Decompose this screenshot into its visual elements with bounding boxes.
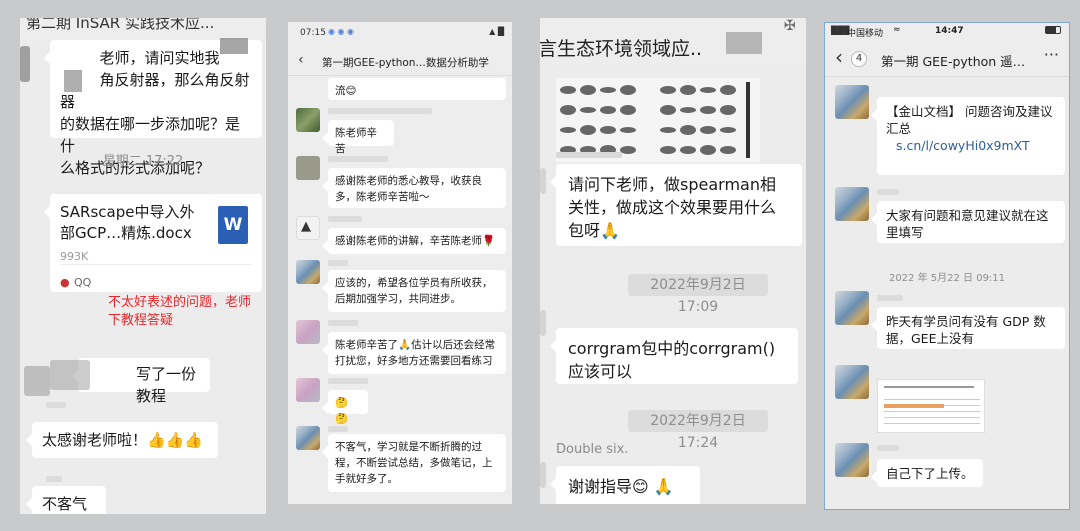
avatar — [835, 85, 869, 119]
sender-name — [328, 156, 388, 162]
link-title: 【金山文档】 问题咨询及建议汇总 — [886, 104, 1053, 136]
chat-title: 第一期 GEE-python 遥… — [881, 54, 1026, 69]
status-time: 14:47 — [935, 26, 964, 36]
file-name: SARscape中导入外部GCP…精炼.docx — [60, 203, 195, 242]
message-bubble: 不客气，学习就是不断折腾的过程，不断尝试总结，多做笔记，上手就好多了。 — [322, 434, 506, 492]
avatar — [835, 187, 869, 221]
message-bubble: corrgram包中的corrgram()应该可以 — [550, 328, 798, 384]
link-url: s.cn/l/cowyHi0x9mXT — [896, 138, 1030, 153]
sender-name — [328, 320, 358, 326]
avatar — [296, 320, 320, 344]
message-bubble: 自己下了上传。 — [871, 459, 983, 487]
message-bubble: 大家有问题和意见建议就在这里填写 — [871, 201, 1065, 243]
chat-title: 言生态环境领域应.. — [540, 38, 703, 60]
avatar — [540, 462, 546, 488]
message-bubble: 写了一份教程 — [72, 358, 210, 405]
chat-panel-ecology: 言生态环境领域应.. ✠ 请问下老师，做spearman相关性，做成这个效果要用… — [540, 18, 806, 504]
chat-header: 言生态环境领域应.. ✠ — [540, 18, 806, 64]
thumbnail-table — [884, 394, 980, 424]
blur-mask — [726, 32, 762, 54]
chat-title: 第一期GEE-python…数据分析助学 — [322, 57, 489, 69]
sender-name — [556, 152, 622, 158]
avatar — [296, 378, 320, 402]
logo-avatar: ▲ — [296, 216, 320, 240]
avatar — [50, 360, 90, 390]
sender-name — [46, 402, 66, 408]
correlation-image[interactable] — [556, 78, 760, 162]
message-bubble: 陈老师辛苦 — [322, 120, 394, 155]
status-time: 07:15 — [300, 28, 326, 38]
carrier-name: 中国移动 — [847, 29, 884, 39]
message-bubble: 昨天有学员问有没有 GDP 数据，GEE上没有 — [871, 307, 1065, 349]
message-bubble: 请问下老师，做spearman相关性，做成这个效果要用什么包呀🙏 — [550, 164, 802, 246]
message-bubble: 感谢陈老师的讲解，辛苦陈老师🌹 — [322, 228, 506, 254]
divider — [60, 264, 252, 265]
wifi-icon: ≈ — [893, 25, 901, 35]
teacher-avatar — [296, 260, 320, 284]
battery-icon — [1045, 26, 1061, 34]
timestamp: 星期二 17:22 — [102, 154, 184, 169]
avatar — [296, 108, 320, 132]
message-bubble: 🤔🤔 — [322, 390, 368, 425]
teacher-avatar — [296, 426, 320, 450]
sender-name — [877, 189, 899, 195]
sender-name — [328, 260, 348, 266]
link-message[interactable]: 【金山文档】 问题咨询及建议汇总 s.cn/l/cowyHi0x9mXT — [871, 97, 1065, 175]
sender-name — [328, 378, 368, 384]
thumbnail-highlight — [884, 404, 944, 408]
sender-name — [328, 426, 348, 432]
chat-header: ‹ 4 第一期 GEE-python 遥… ··· — [825, 41, 1069, 77]
message-bubble: 谢谢指导😊 🙏 — [550, 466, 700, 504]
document-thumbnail[interactable] — [877, 379, 985, 433]
chat-panel-insar: 第二期 InSAR 实践技术应... 老师，请问实地我 角反射器，那么角反射器 … — [20, 18, 266, 514]
chat-header: 第二期 InSAR 实践技术应... — [20, 18, 266, 40]
avatar — [835, 365, 869, 399]
avatar — [20, 46, 30, 82]
teacher-annotation: 不太好表述的问题，老师 下教程答疑 — [108, 295, 252, 328]
chat-title: 第二期 InSAR 实践技术应... — [26, 18, 215, 32]
file-source: QQ — [74, 276, 92, 289]
timestamp: 2022 年 5月22 日 09:11 — [888, 273, 1006, 284]
sender-name — [46, 476, 62, 482]
sender-name: Double six. — [556, 442, 629, 457]
blur-mask — [220, 38, 248, 54]
message-bubble: 感谢陈老师的悉心教导，收获良多，陈老师辛苦啦～ — [322, 168, 506, 208]
notification-icons: ◉ ◉ ◉ — [328, 27, 355, 36]
unread-badge: 4 — [851, 51, 867, 67]
sender-name — [328, 108, 432, 114]
message-bubble: 陈老师辛苦了🙏估计以后还会经常打扰您，好多地方还需要回看练习 — [322, 332, 506, 374]
chat-panel-gee-python-2: ███ 中国移动 ≈ 14:47 ‹ 4 第一期 GEE-python 遥… ·… — [824, 22, 1070, 510]
message-bubble: 不客气 — [26, 486, 106, 514]
thumbnail-line — [884, 386, 974, 388]
avatar — [540, 168, 546, 194]
timestamp: 2022年9月2日 17:09 — [628, 274, 768, 315]
file-card[interactable]: SARscape中导入外部GCP…精炼.docx 993K W ● QQ — [44, 194, 262, 292]
mountain-icon: ▲ — [301, 219, 311, 234]
blur-mask — [64, 70, 82, 92]
more-icon[interactable]: ··· — [1044, 45, 1059, 64]
status-bar: ███ 中国移动 ≈ 14:47 — [825, 23, 1069, 41]
chat-header: ‹ 第一期GEE-python…数据分析助学 — [288, 46, 512, 76]
corrgram-thumbnail — [560, 82, 750, 158]
qq-icon: ● — [60, 276, 70, 289]
back-arrow-icon[interactable]: ‹ — [298, 52, 304, 68]
message-bubble: 流😊 — [328, 78, 506, 100]
avatar — [24, 366, 50, 396]
avatar — [835, 291, 869, 325]
status-bar: 07:15 ◉ ◉ ◉ ▲ █ — [288, 22, 512, 44]
avatar — [296, 156, 320, 180]
avatar — [540, 310, 546, 336]
chat-panel-gee-python-1: 07:15 ◉ ◉ ◉ ▲ █ ‹ 第一期GEE-python…数据分析助学 流… — [288, 22, 512, 504]
pin-icon[interactable]: ✠ — [784, 18, 796, 34]
message-bubble: 太感谢老师啦！👍👍👍 — [26, 422, 218, 458]
back-arrow-icon[interactable]: ‹ — [835, 45, 843, 69]
signal-icons: ▲ █ — [489, 27, 504, 36]
sender-name — [328, 216, 362, 222]
timestamp: 2022年9月2日 17:24 — [628, 410, 768, 451]
message-bubble: 应该的，希望各位学员有所收获，后期加强学习，共同进步。 — [322, 270, 506, 312]
sender-name — [877, 445, 899, 451]
word-file-icon: W — [218, 206, 248, 244]
sender-name — [877, 295, 903, 301]
avatar — [835, 443, 869, 477]
